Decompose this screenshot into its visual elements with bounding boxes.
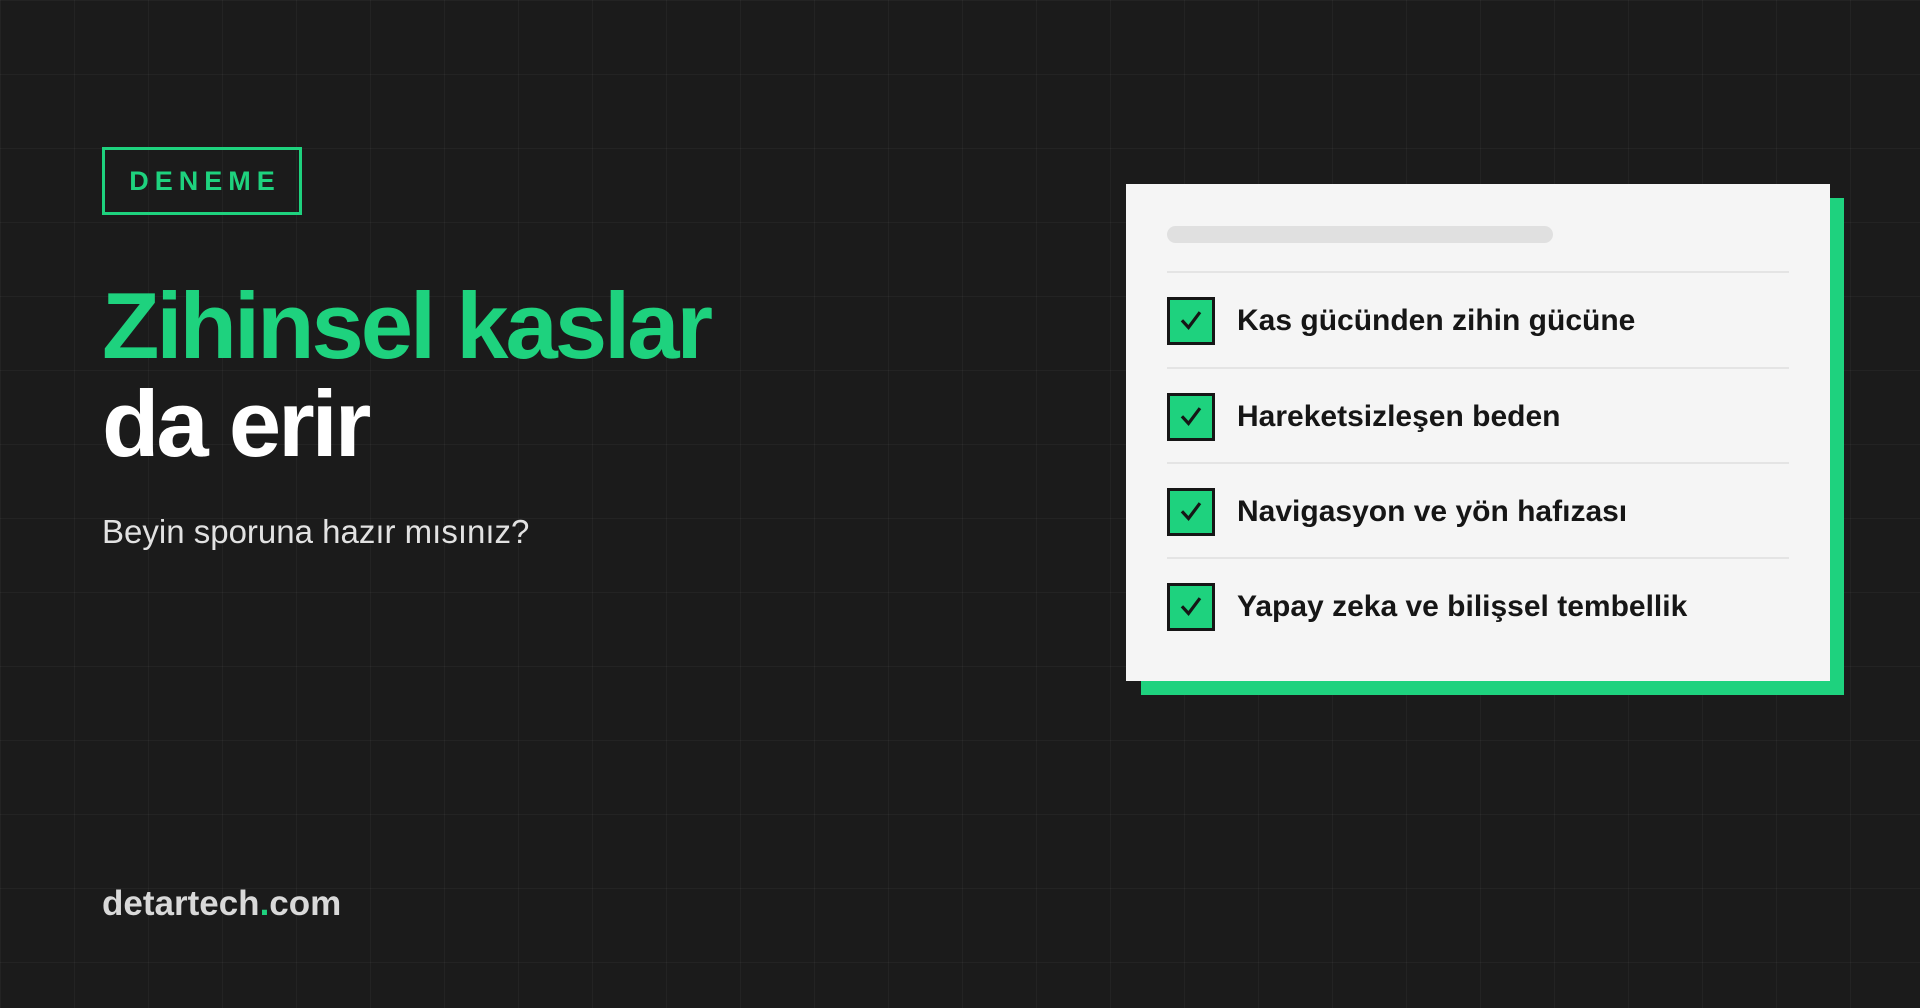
checklist-item: Hareketsizleşen beden <box>1167 369 1789 464</box>
checkmark-icon <box>1167 296 1215 345</box>
checklist-card: Kas gücünden zihin gücüne Hareketsizleşe… <box>1126 184 1830 681</box>
checklist-item-label: Hareketsizleşen beden <box>1237 399 1561 433</box>
brand-dot: . <box>259 884 270 923</box>
headline-line-2: da erir <box>102 371 371 476</box>
brand-name: detartech <box>102 884 260 923</box>
checkmark-icon <box>1167 487 1215 536</box>
brand-tld: com <box>269 884 342 923</box>
checkmark-icon <box>1167 392 1215 441</box>
checklist-item: Kas gücünden zihin gücüne <box>1167 273 1789 368</box>
checkmark-icon <box>1167 582 1215 631</box>
card-placeholder-bar <box>1167 226 1553 243</box>
subtitle: Beyin sporuna hazır mısınız? <box>102 513 530 550</box>
checklist-item-label: Kas gücünden zihin gücüne <box>1237 303 1636 337</box>
category-tag-label: DENEME <box>129 165 281 196</box>
checklist-item-label: Yapay zeka ve bilişsel tembellik <box>1237 589 1688 623</box>
checklist-item-label: Navigasyon ve yön hafızası <box>1237 494 1628 528</box>
checklist-item: Yapay zeka ve bilişsel tembellik <box>1167 559 1789 654</box>
checklist-item: Navigasyon ve yön hafızası <box>1167 464 1789 559</box>
category-tag: DENEME <box>102 147 302 215</box>
headline-line-1: Zihinsel kaslar <box>102 273 713 378</box>
brand-logo: detartech.com <box>102 884 341 924</box>
